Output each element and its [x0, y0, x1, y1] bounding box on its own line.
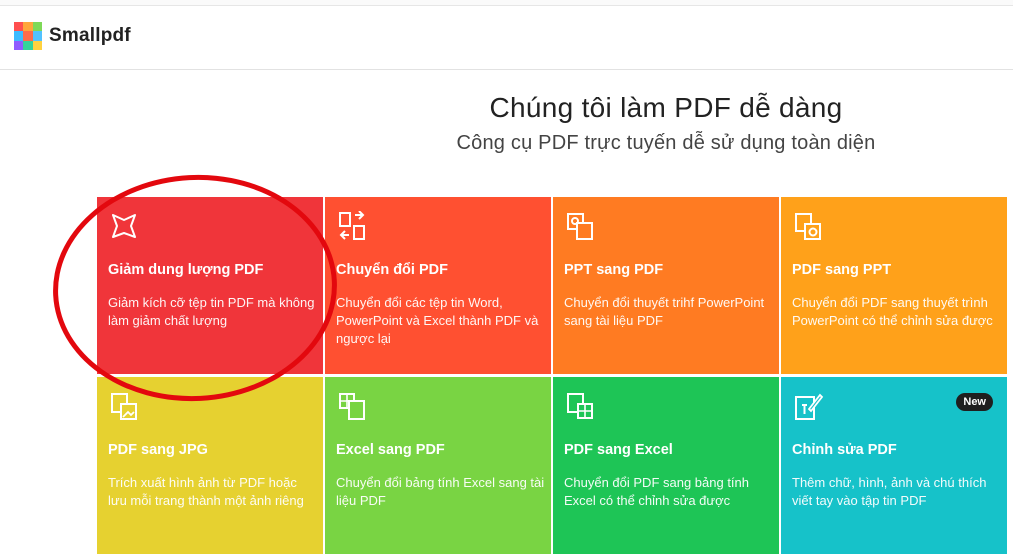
tool-description: Thêm chữ, hình, ảnh và chú thích viết ta… [792, 475, 987, 508]
logo-mark-icon [14, 22, 42, 50]
tool-title: Chỉnh sửa PDF [792, 442, 897, 458]
tool-description: Giảm kích cỡ tệp tin PDF mà không làm gi… [108, 295, 315, 328]
tool-tile-compress[interactable]: Giảm dung lượng PDF Giảm kích cỡ tệp tin … [97, 197, 323, 374]
tool-description: Chuyển đổi PDF sang bảng tính Excel có t… [564, 475, 750, 508]
excel-to-pdf-icon [339, 393, 365, 420]
page-subtitle: Công cụ PDF trực tuyến dễ sử dụng toàn d… [456, 132, 876, 154]
hero-section: Chúng tôi làm PDF dễ dàng Công cụ PDF tr… [0, 92, 1013, 155]
tool-description: Chuyển đổi bảng tính Excel sang tài liệu… [336, 475, 545, 508]
page-title: Chúng tôi làm PDF dễ dàng [489, 92, 843, 123]
tool-title: Giảm dung lượng PDF [108, 262, 264, 278]
tool-tile-pdf-to-excel[interactable]: PDF sang Excel Chuyển đổi PDF sang bảng t… [553, 377, 779, 554]
tool-title: PDF sang PPT [792, 262, 892, 278]
tool-tile-excel-to-pdf[interactable]: Excel sang PDF Chuyển đổi bảng tính Excel… [325, 377, 551, 554]
convert-icon [339, 211, 365, 240]
pdf-to-ppt-icon [795, 213, 821, 240]
tool-description: Trích xuất hình ảnh từ PDF hoặc lưu mỗi … [108, 475, 304, 508]
pdf-to-jpg-icon [111, 393, 137, 420]
ppt-to-pdf-icon [567, 213, 593, 240]
tool-tile-ppt-to-pdf[interactable]: PPT sang PDF Chuyển đổi thuyết trihf Powe… [553, 197, 779, 374]
tool-tile-pdf-to-jpg[interactable]: PDF sang JPG Trích xuất hình ảnh từ PDF h… [97, 377, 323, 554]
new-badge: New [956, 393, 993, 411]
compress-icon [112, 214, 136, 238]
smallpdf-logo[interactable]: Smallpdf [14, 22, 131, 50]
edit-pdf-icon [795, 393, 824, 420]
tool-description: Chuyển đổi thuyết trihf PowerPoint sang … [564, 295, 765, 328]
tool-description: Chuyển đổi PDF sang thuyết trình PowerPo… [792, 295, 993, 328]
pdf-to-excel-icon [567, 393, 593, 419]
tool-title: Chuyển đổi PDF [336, 262, 448, 278]
tool-tile-pdf-to-ppt[interactable]: PDF sang PPT Chuyển đổi PDF sang thuyết t… [781, 197, 1007, 374]
tool-title: PPT sang PDF [564, 262, 664, 278]
tool-tile-edit-pdf[interactable]: Chỉnh sửa PDF Thêm chữ, hình, ảnh và chú … [781, 377, 1007, 554]
brand-name: Smallpdf [49, 25, 131, 46]
tool-title: Excel sang PDF [336, 442, 445, 458]
tool-title: PDF sang Excel [564, 442, 673, 458]
tool-description: Chuyển đổi các tệp tin Word, PowerPoint … [336, 295, 539, 346]
tool-tile-convert[interactable]: Chuyển đổi PDF Chuyển đổi các tệp tin Wor… [325, 197, 551, 374]
tools-grid: Giảm dung lượng PDF Giảm kích cỡ tệp tin … [97, 197, 1013, 554]
site-header: Smallpdf [0, 6, 1013, 70]
tool-title: PDF sang JPG [108, 442, 208, 458]
